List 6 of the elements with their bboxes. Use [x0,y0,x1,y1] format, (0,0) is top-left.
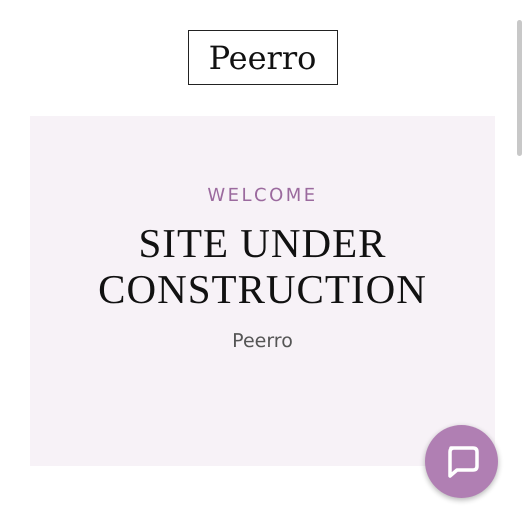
scrollbar[interactable] [517,20,522,156]
subtitle: Peerro [232,330,293,352]
welcome-label: WELCOME [207,185,318,206]
chat-button[interactable] [425,425,498,498]
page-heading: SITE UNDER CONSTRUCTION [98,220,427,312]
site-logo[interactable]: Peerro [188,30,338,85]
